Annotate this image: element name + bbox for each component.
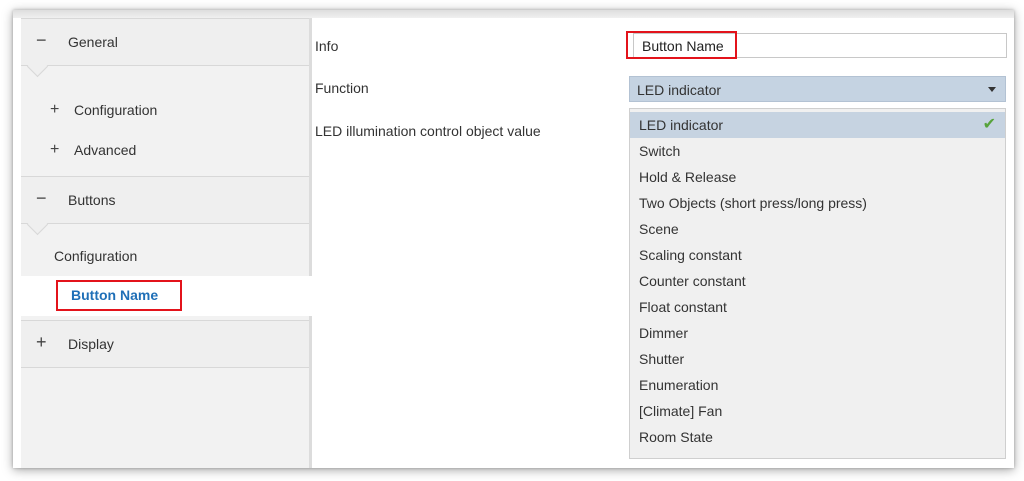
- option-label: Room State: [639, 429, 713, 445]
- sidebar-item-label: Configuration: [74, 102, 158, 118]
- sidebar: − General + Configuration + Advanced − B…: [21, 18, 312, 468]
- section-display[interactable]: + Display: [21, 320, 309, 368]
- function-label: Function: [315, 80, 369, 96]
- option-label: Hold & Release: [639, 169, 737, 185]
- option-label: Two Objects (short press/long press): [639, 195, 867, 211]
- dropdown-option[interactable]: Float constant: [630, 294, 1005, 320]
- option-label: [Climate] Fan: [639, 403, 723, 419]
- section-general[interactable]: − General: [21, 18, 309, 78]
- sidebar-item-button-name-label: Button Name: [71, 287, 159, 303]
- option-label: Scaling constant: [639, 247, 742, 263]
- option-label: Counter constant: [639, 273, 746, 289]
- section-buttons-label: Buttons: [68, 192, 116, 208]
- parameters-window: − General + Configuration + Advanced − B…: [13, 10, 1014, 468]
- info-label: Info: [315, 38, 339, 54]
- function-select[interactable]: LED indicator: [629, 76, 1006, 102]
- option-label: LED indicator: [639, 117, 724, 133]
- dropdown-option[interactable]: [Climate] Fan: [630, 398, 1005, 424]
- window-top-band: [13, 10, 1014, 18]
- option-label: Float constant: [639, 299, 727, 315]
- dropdown-option[interactable]: Scaling constant: [630, 242, 1005, 268]
- dropdown-option[interactable]: Counter constant: [630, 268, 1005, 294]
- dropdown-option[interactable]: Two Objects (short press/long press): [630, 190, 1005, 216]
- dropdown-option[interactable]: Shutter: [630, 346, 1005, 372]
- option-label: Dimmer: [639, 325, 688, 341]
- sidebar-item-label: Configuration: [54, 248, 138, 264]
- section-buttons[interactable]: − Buttons: [21, 176, 309, 236]
- check-icon: ✔: [982, 116, 996, 133]
- dropdown-option[interactable]: Dimmer: [630, 320, 1005, 346]
- option-label: Shutter: [639, 351, 685, 367]
- dropdown-option[interactable]: Room State: [630, 424, 1005, 450]
- dropdown-option[interactable]: Hold & Release: [630, 164, 1005, 190]
- dropdown-option[interactable]: Scene: [630, 216, 1005, 242]
- sidebar-item-label: Advanced: [74, 142, 137, 158]
- dropdown-option[interactable]: LED indicator ✔: [630, 112, 1005, 138]
- section-display-label: Display: [68, 336, 114, 352]
- expand-icon: +: [50, 101, 60, 118]
- section-notch: [26, 55, 49, 78]
- dropdown-option[interactable]: Enumeration: [630, 372, 1005, 398]
- dropdown-arrow-icon: [988, 87, 996, 92]
- function-select-value: LED indicator: [637, 82, 722, 98]
- expand-icon: +: [36, 332, 47, 352]
- section-general-label: General: [68, 34, 118, 50]
- section-notch: [26, 213, 49, 236]
- expand-icon: +: [50, 141, 60, 158]
- option-label: Enumeration: [639, 377, 719, 393]
- function-dropdown-list: LED indicator ✔ Switch Hold & Release Tw…: [629, 108, 1006, 459]
- collapse-icon: −: [36, 188, 47, 208]
- option-label: Switch: [639, 143, 681, 159]
- option-label: Scene: [639, 221, 679, 237]
- collapse-icon: −: [36, 30, 47, 50]
- info-input[interactable]: [633, 33, 1007, 58]
- led-control-label: LED illumination control object value: [315, 123, 541, 139]
- dropdown-option[interactable]: Switch: [630, 138, 1005, 164]
